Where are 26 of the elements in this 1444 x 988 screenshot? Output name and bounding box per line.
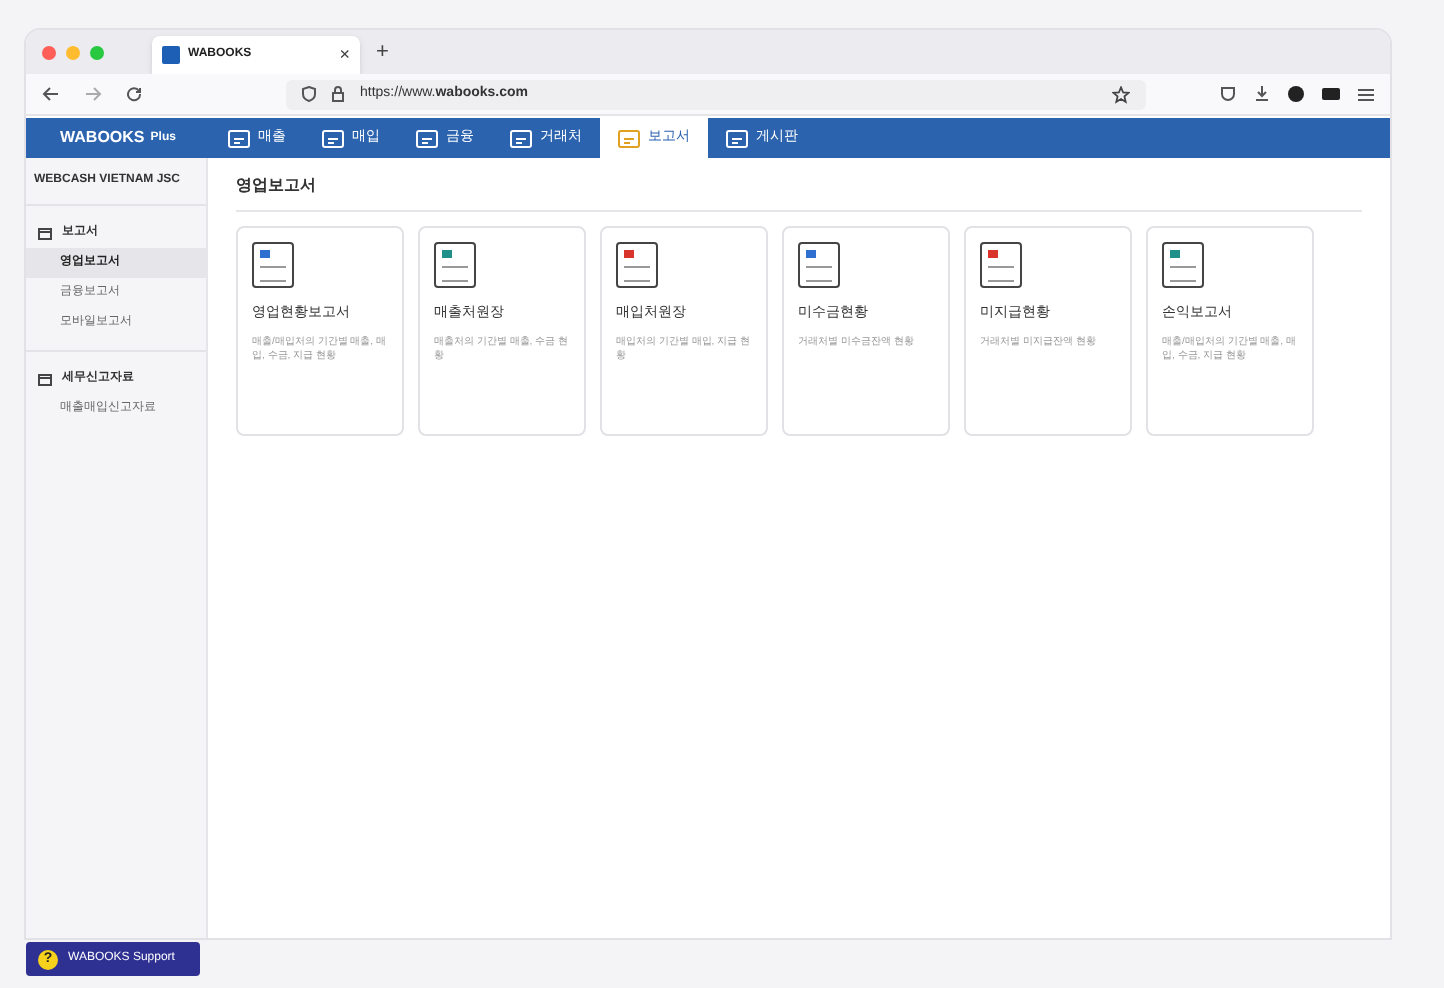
text-lines-icon <box>988 266 1014 282</box>
app-logo[interactable]: WABOOKS <box>60 126 145 150</box>
nav-icon <box>228 129 250 147</box>
shield-icon <box>302 86 316 102</box>
new-tab-button[interactable]: + <box>376 35 389 69</box>
page-title: 영업보고서 <box>236 174 1362 212</box>
folder-icon <box>38 227 52 239</box>
text-lines-icon <box>806 266 832 282</box>
download-icon[interactable] <box>1254 86 1270 102</box>
back-icon[interactable] <box>42 86 60 102</box>
reload-icon[interactable] <box>126 86 142 102</box>
nav-icon <box>726 129 748 147</box>
nav-icon <box>510 129 532 147</box>
menu-icon[interactable] <box>1358 87 1374 101</box>
nav-icon <box>416 129 438 147</box>
text-lines-icon <box>442 266 468 282</box>
text-lines-icon <box>260 266 286 282</box>
text-lines-icon <box>624 266 650 282</box>
star-icon[interactable] <box>1112 85 1130 103</box>
tab-close-button[interactable]: × <box>339 46 350 64</box>
lock-icon <box>332 86 344 102</box>
text-lines-icon <box>1170 266 1196 282</box>
nav-icon <box>322 129 344 147</box>
folder-icon <box>38 373 52 385</box>
close-window-icon[interactable] <box>42 45 56 59</box>
nav-icon <box>618 129 640 147</box>
